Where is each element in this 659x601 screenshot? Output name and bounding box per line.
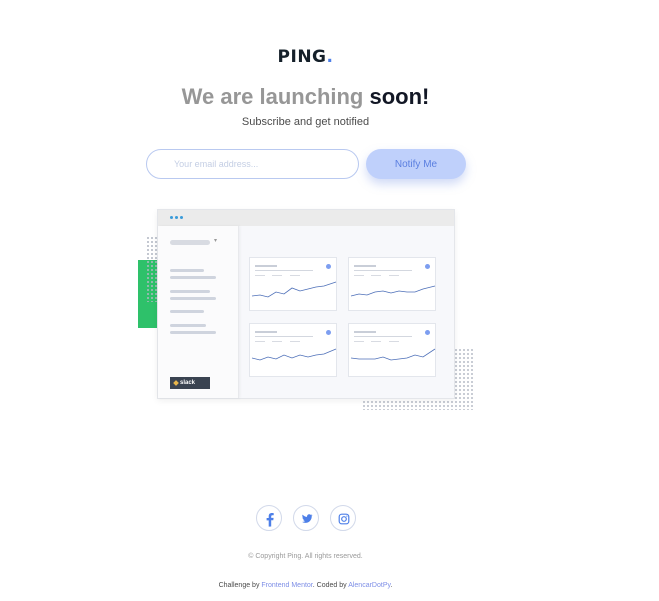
chart-card (249, 257, 337, 311)
sidebar-line (170, 331, 216, 334)
twitter-link[interactable] (293, 505, 319, 531)
facebook-icon (266, 513, 274, 527)
brand-logo: PING. (0, 47, 611, 67)
social-links (256, 505, 356, 531)
brand-dot: . (326, 47, 334, 67)
sidebar-line (170, 297, 216, 300)
dashboard-illustration: ▾ slack (138, 206, 478, 416)
card-dot (425, 330, 430, 335)
headline-strong: soon! (369, 84, 430, 109)
sidebar-line (170, 276, 216, 279)
copyright-text: © Copyright Ping. All rights reserved. (248, 553, 363, 560)
brand-name: PING (277, 47, 327, 67)
attribution-coded: . Coded by (312, 582, 349, 589)
card-subheading (354, 270, 412, 271)
sparkline (350, 348, 436, 361)
twitter-icon (302, 514, 313, 523)
notify-me-button[interactable]: Notify Me (366, 149, 466, 179)
chevron-down-icon: ▾ (214, 238, 218, 244)
instagram-icon (338, 513, 350, 525)
card-subheading (354, 336, 412, 337)
sidebar-pill (170, 240, 210, 245)
dashboard-window: ▾ slack (157, 209, 455, 399)
email-field[interactable] (146, 149, 359, 179)
card-dot (326, 330, 331, 335)
attribution: Challenge by Frontend Mentor. Coded by A… (0, 582, 611, 589)
chart-card (249, 323, 337, 377)
sidebar-line (170, 290, 210, 293)
window-titlebar (158, 210, 454, 226)
card-heading (354, 331, 376, 333)
slack-label: slack (180, 380, 196, 386)
card-heading (255, 265, 277, 267)
slack-badge: slack (170, 377, 210, 389)
card-subheading (255, 336, 313, 337)
chart-card (348, 323, 436, 377)
sidebar-line (170, 324, 206, 327)
attribution-prefix: Challenge by (218, 582, 262, 589)
chart-card (348, 257, 436, 311)
slack-icon (173, 380, 179, 386)
dashboard-sidebar: ▾ slack (158, 226, 239, 398)
card-heading (255, 331, 277, 333)
card-dot (326, 264, 331, 269)
card-subheading (255, 270, 313, 271)
window-dot (170, 216, 173, 219)
coder-link[interactable]: AlencarDotPy (348, 582, 390, 589)
window-dot (180, 216, 183, 219)
window-dot (175, 216, 178, 219)
card-dot (425, 264, 430, 269)
sidebar-line (170, 310, 204, 313)
sparkline (251, 348, 337, 361)
frontend-mentor-link[interactable]: Frontend Mentor (261, 582, 312, 589)
sparkline (350, 285, 436, 297)
instagram-link[interactable] (330, 505, 356, 531)
card-heading (354, 265, 376, 267)
subtitle: Subscribe and get notified (241, 116, 370, 128)
attribution-suffix: . (390, 582, 393, 589)
sidebar-line (170, 269, 204, 272)
facebook-link[interactable] (256, 505, 282, 531)
page-title: We are launching soon! (0, 84, 611, 110)
headline-prefix: We are launching (181, 84, 370, 109)
sparkline (251, 281, 337, 298)
